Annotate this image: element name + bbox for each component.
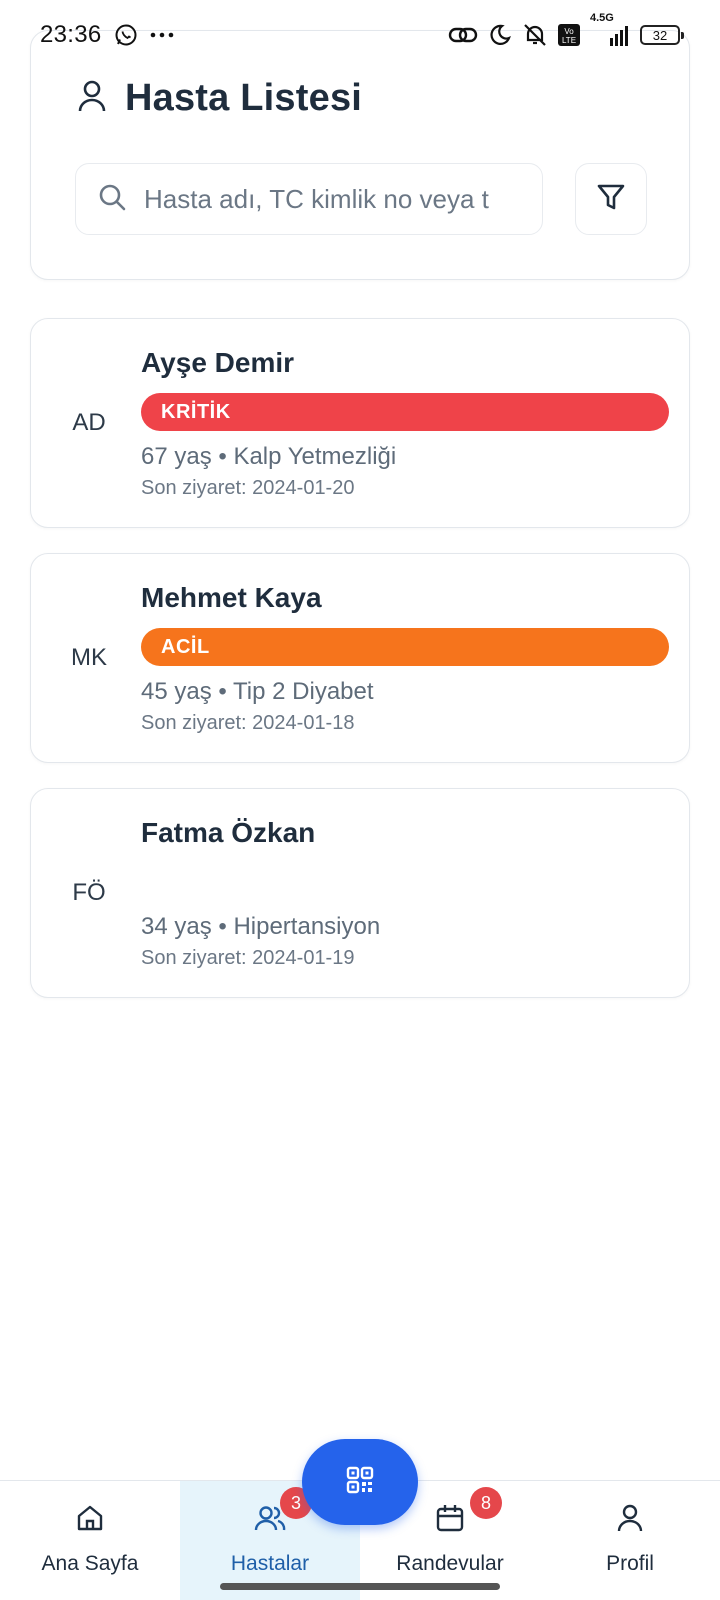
patient-card[interactable]: MK Mehmet Kaya ACİL 45 yaş • Tip 2 Diyab… bbox=[30, 553, 690, 763]
qr-scan-button[interactable] bbox=[302, 1439, 418, 1525]
nav-label: Ana Sayfa bbox=[41, 1552, 139, 1575]
avatar: MK bbox=[71, 644, 107, 671]
search-box[interactable] bbox=[75, 163, 543, 235]
home-icon bbox=[75, 1503, 105, 1538]
calendar-icon bbox=[435, 1503, 465, 1538]
status-time: 23:36 bbox=[40, 21, 102, 48]
profile-icon bbox=[617, 1503, 643, 1538]
filter-icon bbox=[596, 182, 626, 217]
home-indicator bbox=[220, 1583, 500, 1590]
nav-label: Randevular bbox=[396, 1552, 504, 1575]
filter-button[interactable] bbox=[575, 163, 647, 235]
page-title: Hasta Listesi bbox=[125, 77, 363, 119]
nav-item-profile[interactable]: Profil bbox=[540, 1481, 720, 1600]
patient-name: Ayşe Demir bbox=[141, 347, 295, 378]
volte-icon: Vo LTE bbox=[558, 24, 580, 46]
nav-label: Hastalar bbox=[230, 1552, 310, 1575]
network-type: 4.5G bbox=[590, 12, 614, 24]
avatar: FÖ bbox=[72, 879, 106, 906]
battery-icon: 32 bbox=[640, 25, 684, 45]
svg-text:Vo: Vo bbox=[564, 27, 574, 36]
link-icon bbox=[448, 23, 478, 47]
status-bar: 23:36 Vo LTE 4.5G 32 bbox=[0, 0, 720, 72]
more-dots-icon bbox=[150, 31, 174, 39]
avatar: AD bbox=[72, 409, 106, 436]
status-badge: KRİTİK bbox=[141, 393, 669, 431]
search-input[interactable] bbox=[144, 183, 504, 215]
status-badge: ACİL bbox=[141, 628, 669, 666]
nav-label: Profil bbox=[606, 1552, 654, 1575]
patient-card[interactable]: FÖ Fatma Özkan 34 yaş • Hipertansiyon So… bbox=[30, 788, 690, 998]
battery-level: 32 bbox=[652, 27, 668, 43]
svg-text:LTE: LTE bbox=[562, 36, 576, 45]
title-row: Hasta Listesi bbox=[77, 77, 362, 120]
signal-icon: 4.5G bbox=[590, 12, 630, 48]
last-visit: Son ziyaret: 2024-01-19 bbox=[141, 947, 355, 969]
patient-meta: 67 yaş • Kalp Yetmezliği bbox=[141, 443, 397, 470]
moon-icon bbox=[488, 23, 512, 47]
user-icon bbox=[77, 79, 107, 118]
last-visit: Son ziyaret: 2024-01-20 bbox=[141, 477, 355, 499]
whatsapp-icon bbox=[114, 23, 138, 47]
patient-meta: 45 yaş • Tip 2 Diyabet bbox=[141, 678, 374, 705]
patient-card[interactable]: AD Ayşe Demir KRİTİK 67 yaş • Kalp Yetme… bbox=[30, 318, 690, 528]
screen: 23:36 Vo LTE 4.5G 32 Hasta Listesi Hasta… bbox=[0, 0, 720, 1600]
patient-name: Mehmet Kaya bbox=[141, 582, 322, 613]
nav-item-home[interactable]: Ana Sayfa bbox=[0, 1481, 180, 1600]
last-visit: Son ziyaret: 2024-01-18 bbox=[141, 712, 355, 734]
bell-muted-icon bbox=[522, 22, 548, 48]
qr-code-icon bbox=[346, 1466, 374, 1499]
search-icon bbox=[98, 183, 126, 216]
appointments-badge: 8 bbox=[470, 1487, 502, 1519]
patient-name: Fatma Özkan bbox=[141, 817, 316, 848]
patient-meta: 34 yaş • Hipertansiyon bbox=[141, 913, 381, 940]
